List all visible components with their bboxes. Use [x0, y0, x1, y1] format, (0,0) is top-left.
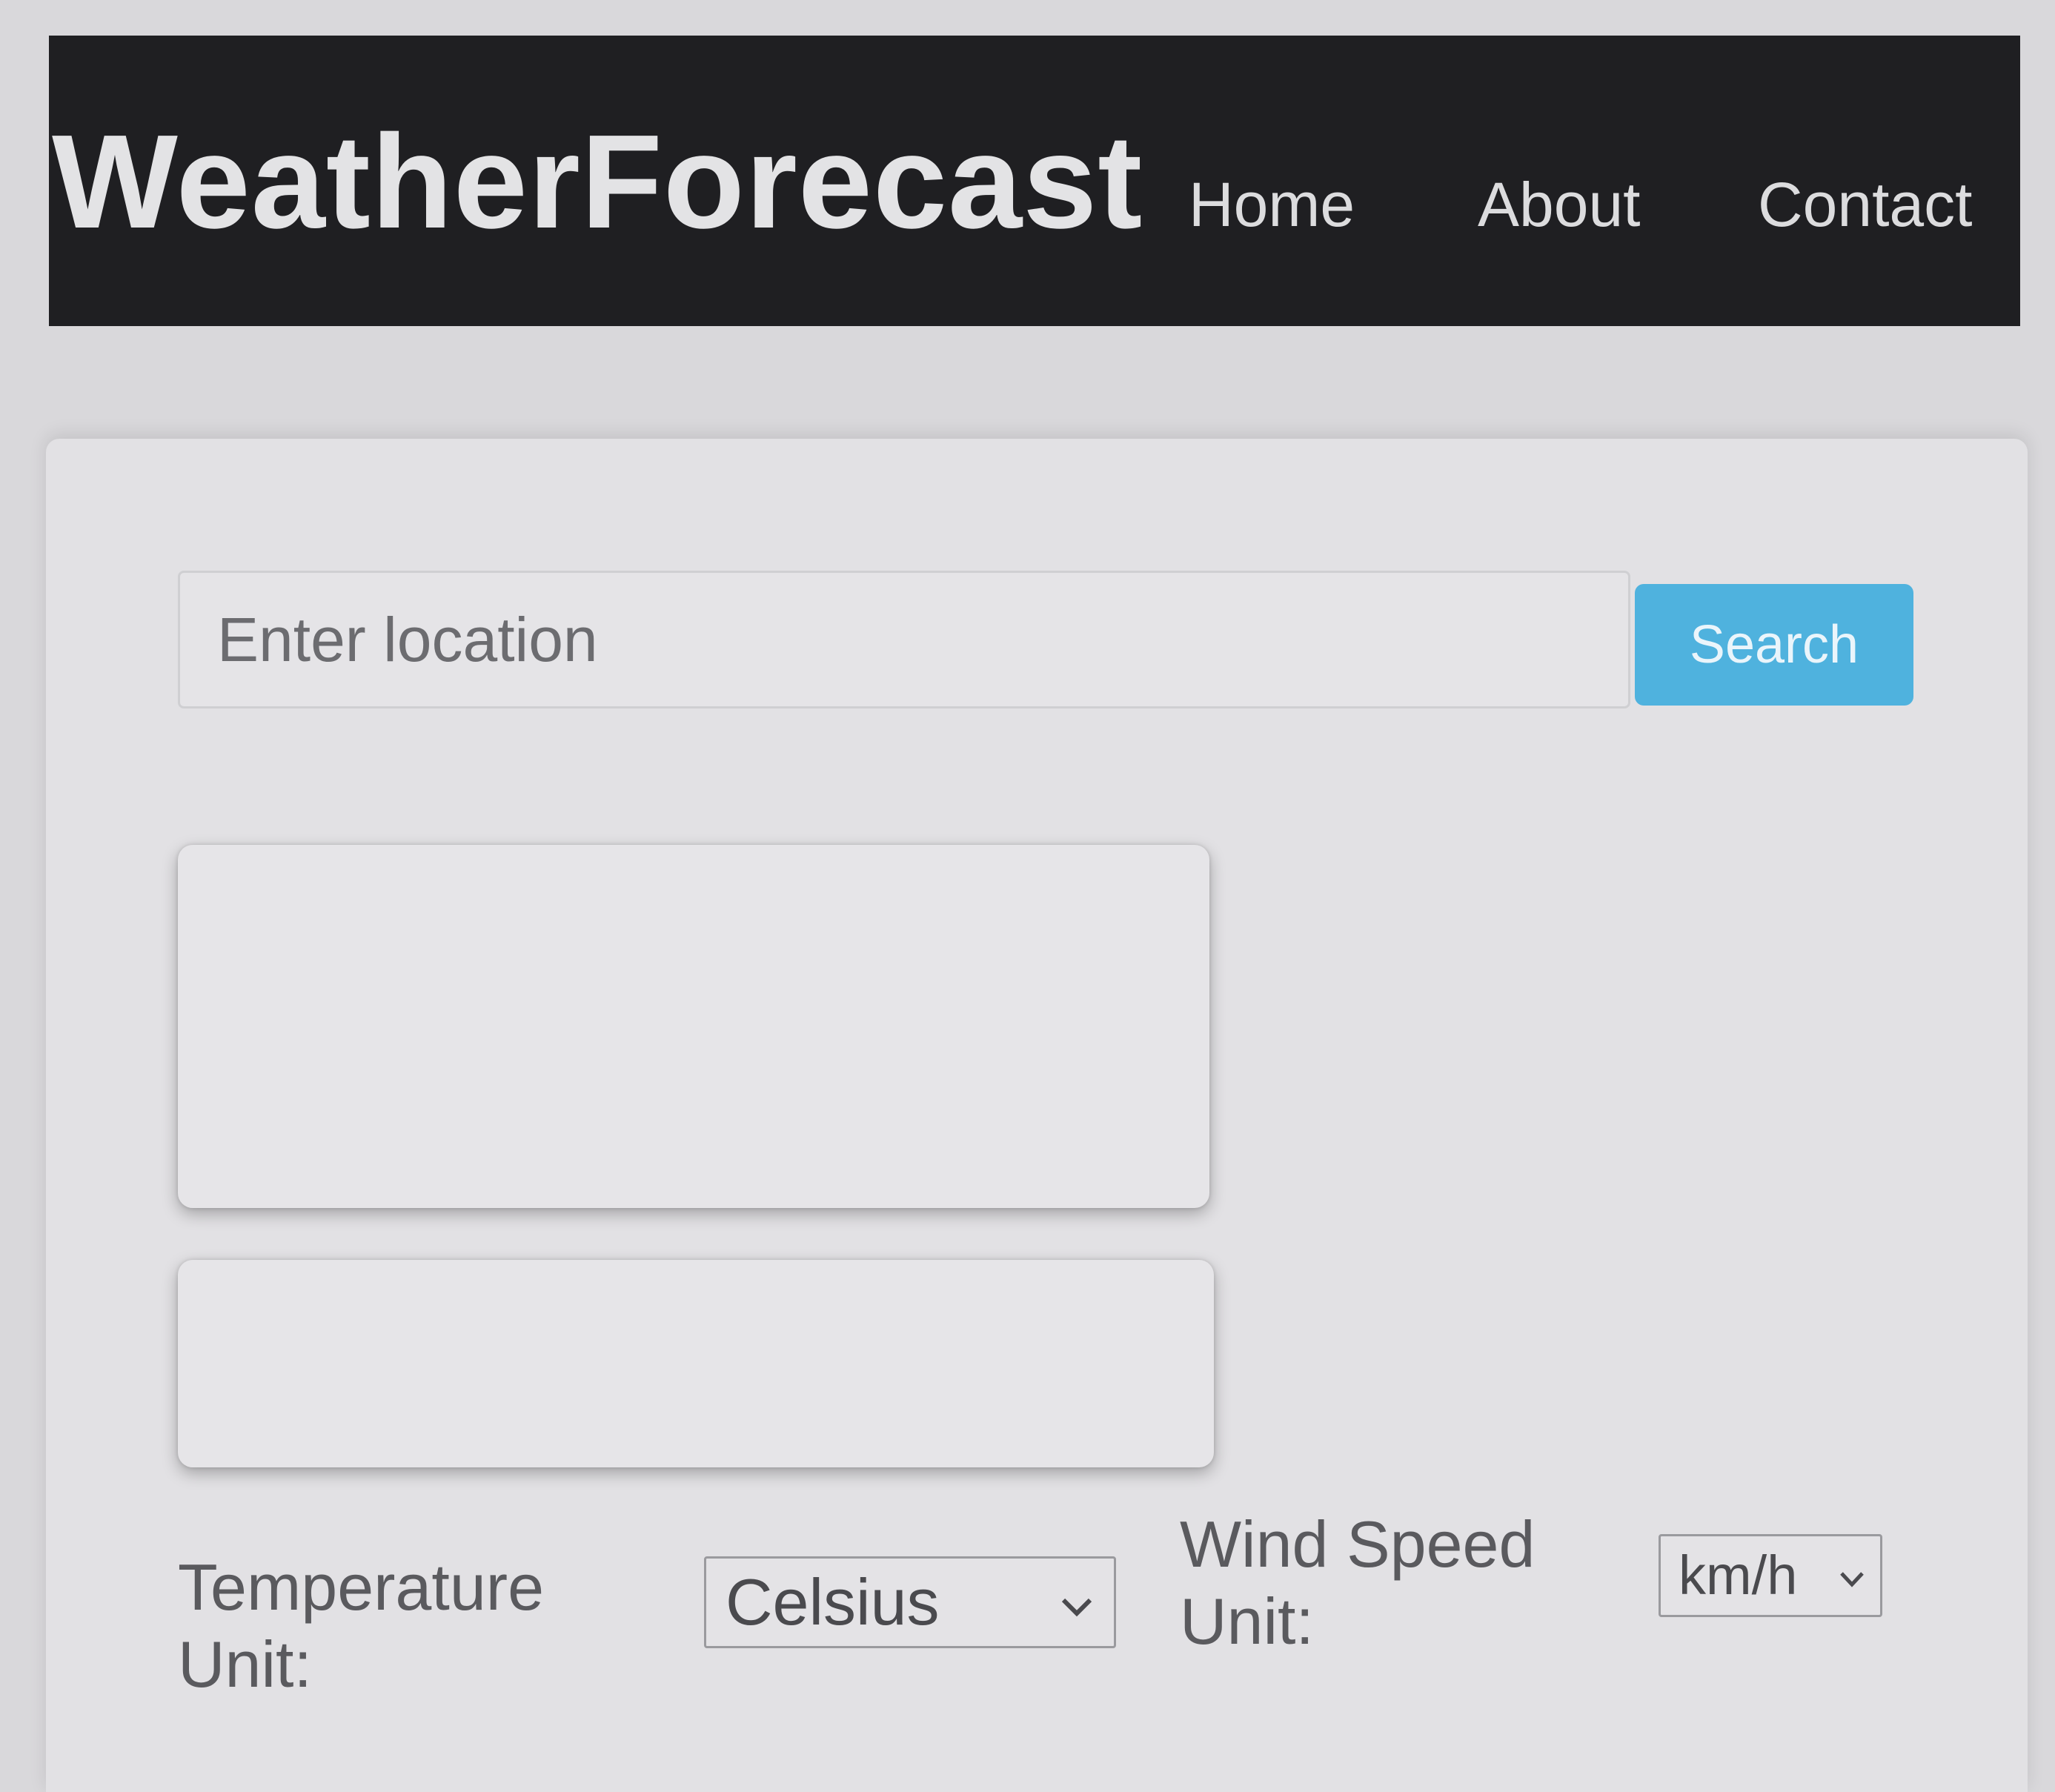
brand-logo[interactable]: WeatherForecast [52, 116, 1143, 249]
location-search-input[interactable] [178, 571, 1630, 708]
nav-link-about[interactable]: About [1478, 173, 1641, 236]
main-panel: Search Temperature Unit: Celsius Wind Sp… [46, 439, 2028, 1792]
temperature-unit-select[interactable]: Celsius [704, 1556, 1116, 1648]
chevron-down-icon [1839, 1557, 1865, 1597]
wind-speed-unit-value: km/h [1679, 1544, 1798, 1606]
wind-speed-unit-select[interactable]: km/h [1659, 1534, 1882, 1617]
temperature-unit-value: Celsius [726, 1565, 940, 1639]
nav-link-home[interactable]: Home [1189, 173, 1355, 236]
forecast-result-card [178, 1260, 1214, 1467]
nav-link-contact[interactable]: Contact [1758, 173, 1973, 236]
temperature-unit-label: Temperature Unit: [178, 1550, 545, 1701]
wind-speed-unit-label: Wind Speed Unit: [1180, 1507, 1536, 1658]
search-button[interactable]: Search [1635, 584, 1913, 706]
top-navbar: WeatherForecast Home About Contact [49, 36, 2020, 326]
chevron-down-icon [1060, 1579, 1093, 1627]
weather-result-card [178, 845, 1209, 1208]
